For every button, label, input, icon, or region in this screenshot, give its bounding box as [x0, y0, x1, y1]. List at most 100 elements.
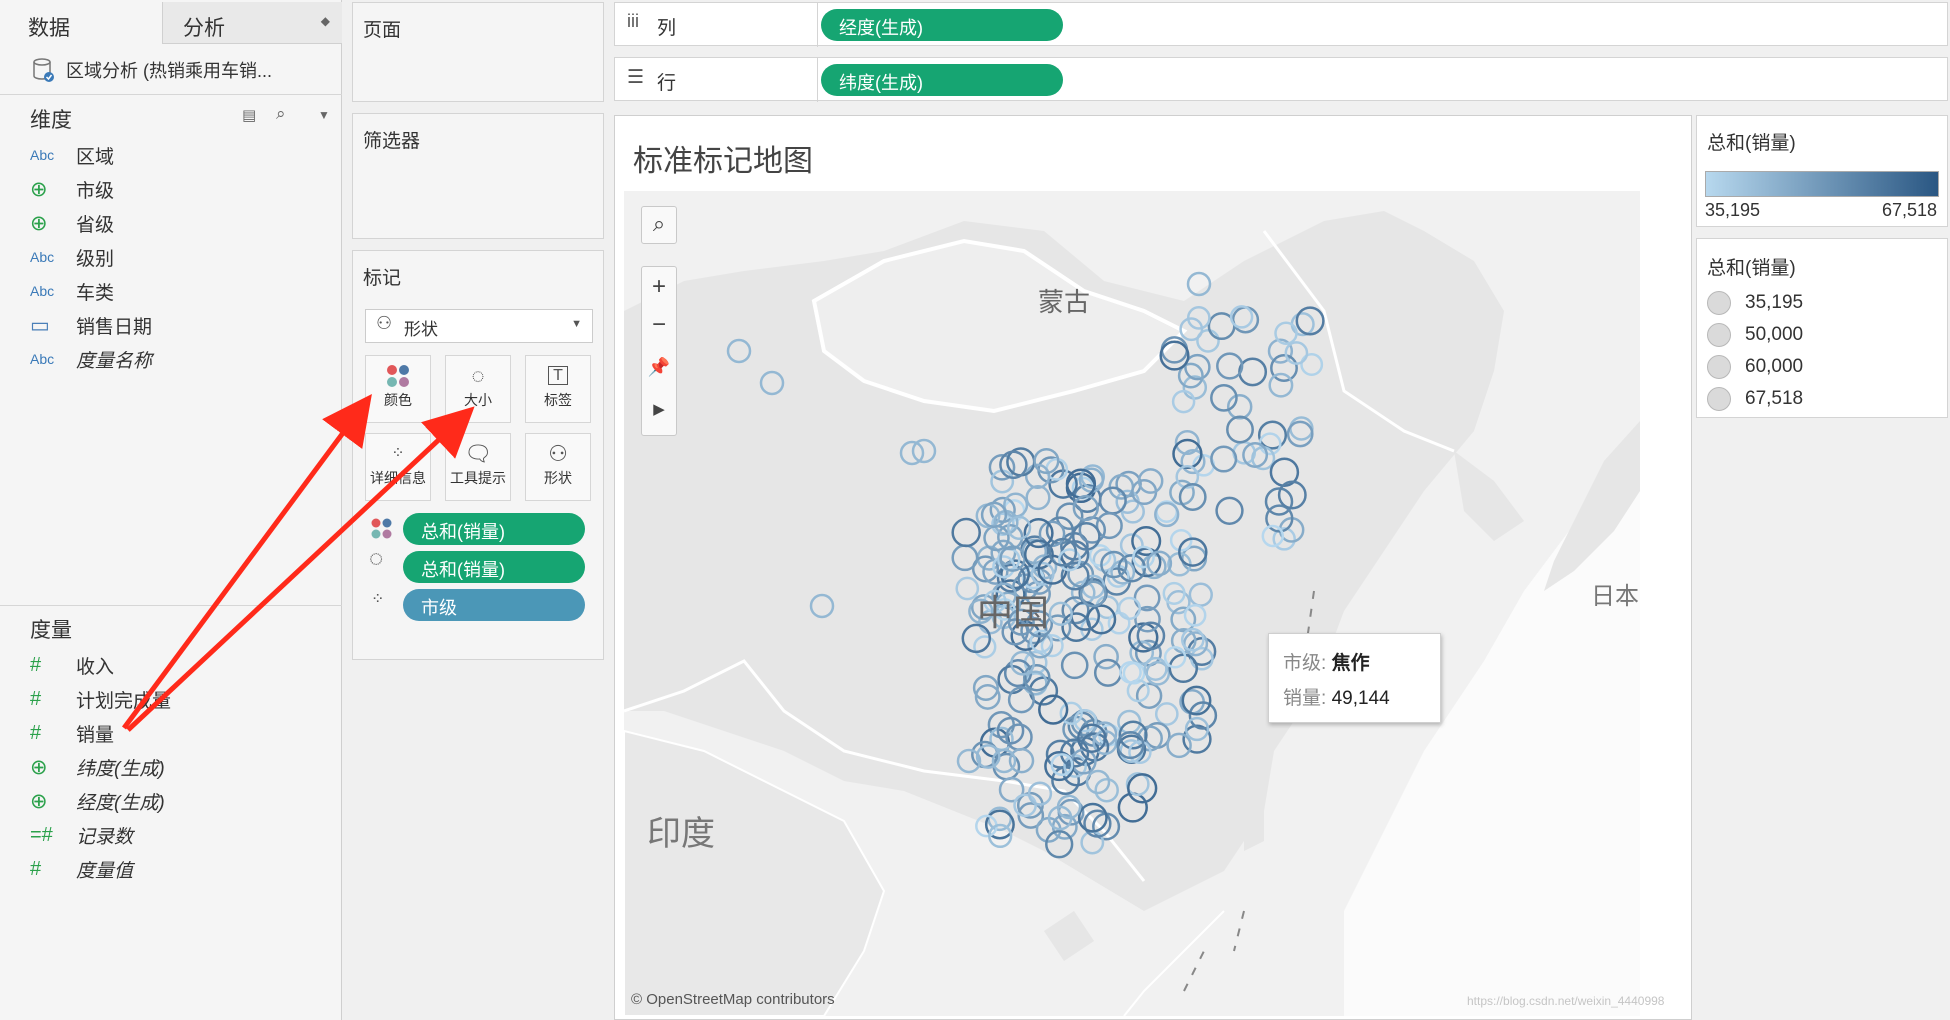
field-label: 纬度(生成) [76, 758, 165, 780]
size-legend[interactable]: 总和(销量) 35,195 50,000 60,000 67,518 [1696, 238, 1948, 418]
mark-type-value: 形状 [404, 320, 438, 339]
map-attribution: © OpenStreetMap contributors [631, 991, 835, 1008]
field-label: 区域 [76, 146, 115, 168]
size-dot [1707, 387, 1731, 411]
tooltip-label-sales: 销量: [1283, 688, 1327, 709]
size-legend-value: 67,518 [1745, 388, 1804, 409]
dimensions-title: 维度 [30, 109, 72, 132]
color-button[interactable]: 颜色 [365, 355, 431, 423]
play-icon: ▶ [653, 401, 665, 418]
pill-latitude[interactable]: 纬度(生成) [821, 64, 1063, 96]
tab-analysis[interactable]: 分析 ◆ [162, 2, 342, 44]
field-measures-1[interactable]: # 计划完成量 [30, 684, 171, 714]
pin-icon: 📌 [647, 357, 671, 377]
detail-label: 详细信息 [370, 470, 426, 486]
field-dimensions-5[interactable]: ▭ 销售日期 [30, 310, 152, 340]
field-label: 经度(生成) [76, 792, 165, 814]
plus-icon: + [651, 273, 666, 300]
divider [0, 605, 342, 606]
rows-shelf[interactable]: ☰ 行 纬度(生成) [614, 57, 1948, 102]
globe-icon: ⊕ [30, 177, 48, 201]
field-measures-0[interactable]: # 收入 [30, 650, 114, 680]
size-label: 大小 [464, 392, 492, 408]
data-pane: 数据 分析 ◆ 区域分析 (热销乘用车销... 维度 ▤ ⌕ ▼ Abc 区域 ⊕ 市… [0, 0, 342, 1020]
field-label: 销售日期 [76, 316, 153, 338]
map-view: 标准标记地图 蒙古 中国 印度 日本 ⌕ + − 📌 ▶ © OpenStree… [614, 115, 1692, 1020]
calculated-number-icon: =# [30, 823, 53, 846]
minus-icon: − [651, 311, 666, 338]
field-measures-5[interactable]: =# 记录数 [30, 820, 133, 850]
color-label: 颜色 [384, 392, 412, 408]
divider [0, 94, 342, 95]
size-dot [1707, 323, 1731, 347]
chevron-down-icon[interactable]: ▼ [318, 108, 330, 122]
field-label: 销量 [76, 724, 115, 746]
pin-button[interactable]: 📌 [642, 347, 676, 389]
field-dimensions-6[interactable]: Abc 度量名称 [30, 344, 152, 374]
text-type-icon: Abc [30, 249, 55, 265]
pill-detail-city[interactable]: 市级 [403, 589, 585, 621]
pages-card[interactable]: 页面 [352, 2, 604, 102]
mark-type-dropdown[interactable]: ⚇ 形状 ▼ [365, 309, 593, 343]
field-dimensions-0[interactable]: Abc 区域 [30, 140, 114, 170]
field-label: 车类 [76, 282, 115, 304]
size-legend-item: 60,000 [1707, 355, 1803, 379]
color-legend[interactable]: 总和(销量) 35,195 67,518 [1696, 115, 1948, 227]
shape-label: 形状 [544, 470, 572, 486]
tooltip-value-city: 焦作 [1331, 653, 1370, 674]
map-canvas[interactable] [624, 191, 1640, 1016]
tab-data[interactable]: 数据 [0, 2, 162, 44]
label-label: 标签 [544, 392, 572, 408]
text-type-icon: Abc [30, 147, 55, 163]
zoom-in-button[interactable]: + [642, 267, 676, 307]
field-measures-3[interactable]: ⊕ 纬度(生成) [30, 752, 165, 782]
datasource-row[interactable]: 区域分析 (热销乘用车销... [30, 56, 272, 84]
size-legend-title: 总和(销量) [1707, 258, 1796, 279]
field-measures-6[interactable]: # 度量值 [30, 854, 133, 884]
field-dimensions-2[interactable]: ⊕ 省级 [30, 208, 114, 238]
size-legend-value: 50,000 [1745, 324, 1804, 345]
map-label-china: 中国 [977, 592, 1050, 633]
color-legend-title: 总和(销量) [1707, 133, 1796, 154]
filters-card[interactable]: 筛选器 [352, 113, 604, 239]
updown-icon[interactable]: ◆ [321, 14, 330, 28]
number-icon: # [30, 687, 42, 710]
pill-color-sum-sales[interactable]: 总和(销量) [403, 513, 585, 545]
field-label: 级别 [76, 248, 115, 270]
filters-title: 筛选器 [363, 131, 421, 152]
zoom-out-button[interactable]: − [642, 307, 676, 347]
field-dimensions-3[interactable]: Abc 级别 [30, 242, 114, 272]
detail-button[interactable]: ⁘ 详细信息 [365, 433, 431, 501]
detail-icon: ⁘ [371, 591, 385, 608]
pill-longitude[interactable]: 经度(生成) [821, 9, 1063, 41]
globe-icon: ⊕ [30, 211, 48, 235]
color-icon [387, 365, 409, 387]
size-icon: ◌ [471, 363, 485, 388]
size-button[interactable]: ◌ 大小 [445, 355, 511, 423]
expand-button[interactable]: ▶ [642, 389, 676, 431]
field-measures-2[interactable]: # 销量 [30, 718, 114, 748]
search-icon[interactable]: ⌕ [276, 104, 286, 124]
tooltip-value-sales: 49,144 [1331, 688, 1390, 709]
divider [817, 3, 818, 47]
label-button[interactable]: T 标签 [525, 355, 591, 423]
field-dimensions-1[interactable]: ⊕ 市级 [30, 174, 114, 204]
taiwan-landmass [1244, 781, 1264, 851]
pill-size-sum-sales[interactable]: 总和(销量) [403, 551, 585, 583]
map-label-mongolia: 蒙古 [1038, 287, 1091, 317]
map-zoom-toolbar: + − 📌 ▶ [641, 266, 677, 436]
tooltip-label-city: 市级: [1283, 653, 1327, 674]
tooltip-button[interactable]: 🗨 工具提示 [445, 433, 511, 501]
field-label: 度量值 [76, 860, 134, 882]
calendar-icon: ▭ [30, 313, 50, 337]
field-dimensions-4[interactable]: Abc 车类 [30, 276, 114, 306]
search-icon: ⌕ [652, 211, 666, 236]
number-icon: # [30, 857, 42, 880]
field-measures-4[interactable]: ⊕ 经度(生成) [30, 786, 165, 816]
shapes-icon: ⚇ [376, 313, 393, 333]
view-toggle-icon[interactable]: ▤ [242, 106, 256, 124]
map-search-button[interactable]: ⌕ [641, 206, 677, 244]
shape-button[interactable]: ⚇ 形状 [525, 433, 591, 501]
columns-shelf[interactable]: iii 列 经度(生成) [614, 2, 1948, 47]
datasource-icon [33, 58, 54, 82]
